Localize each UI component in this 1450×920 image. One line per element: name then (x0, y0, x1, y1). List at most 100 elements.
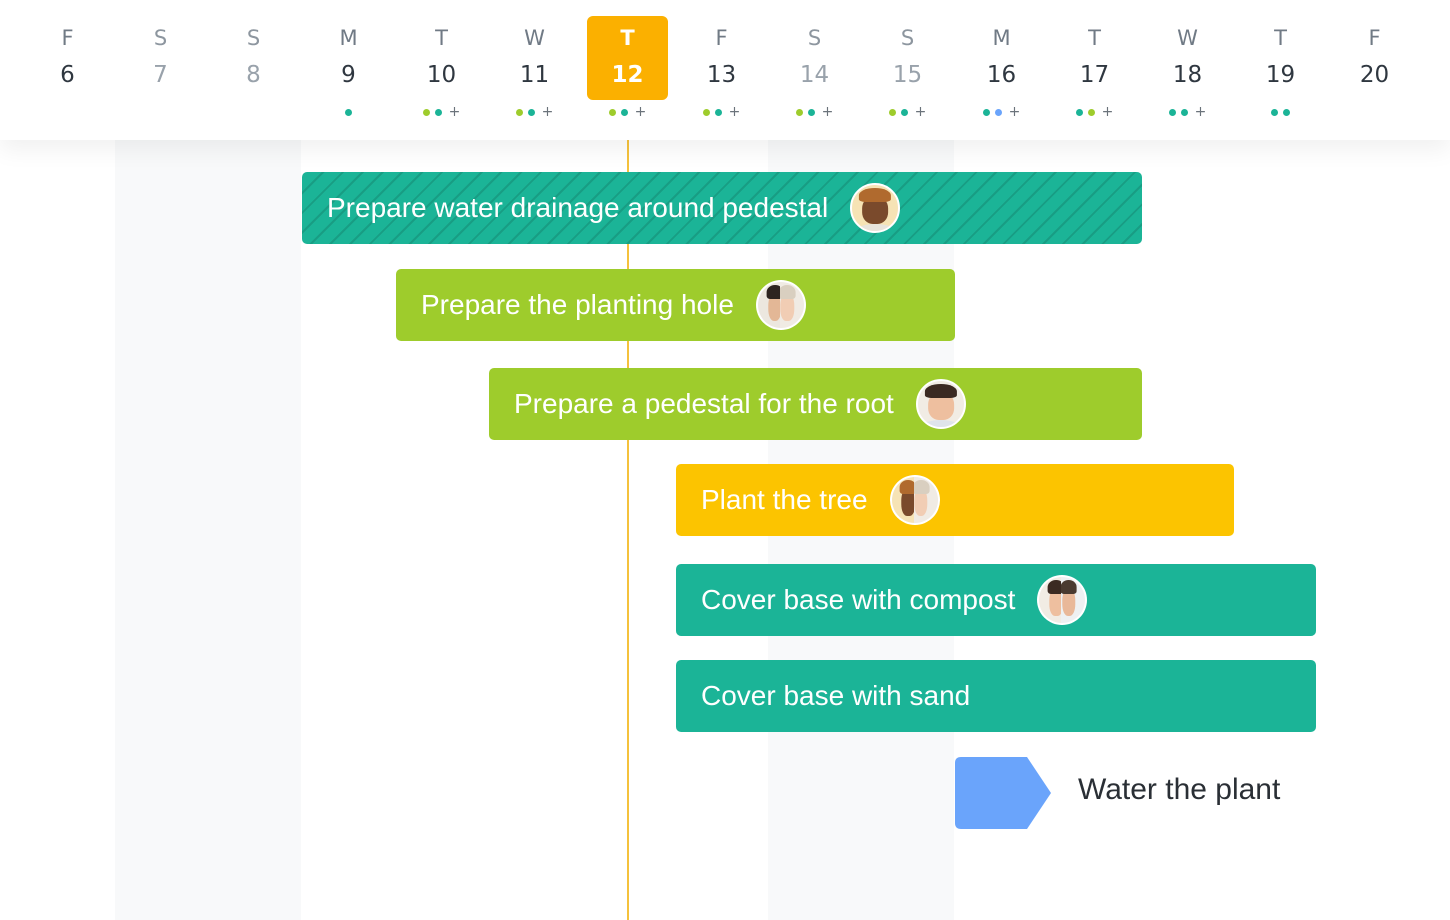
day-column[interactable]: T 10 + (395, 0, 488, 140)
day-task-dots: + (488, 104, 581, 120)
task-bar[interactable]: Plant the tree (676, 464, 1234, 536)
task-bar[interactable]: Prepare water drainage around pedestal (302, 172, 1142, 244)
day-letter: S (900, 26, 915, 50)
task-bar[interactable]: Prepare the planting hole (396, 269, 955, 341)
day-number: 12 (611, 62, 644, 88)
today-marker-line (627, 140, 629, 920)
day-letter: M (992, 26, 1011, 50)
avatar-hair (779, 284, 796, 300)
day-column[interactable]: S 8 (207, 0, 300, 140)
task-dot (515, 108, 523, 116)
more-tasks-plus[interactable]: + (729, 105, 741, 119)
task-dot (620, 108, 628, 116)
more-tasks-plus[interactable]: + (449, 105, 461, 119)
day-letter: S (807, 26, 822, 50)
avatar-shoulders (920, 419, 962, 427)
day-letter: W (524, 26, 545, 50)
day-letter: T (435, 26, 448, 50)
day-column[interactable]: F 6 (21, 0, 114, 140)
task-label: Plant the tree (701, 484, 868, 515)
avatar-hair (913, 479, 930, 495)
task-dot (422, 108, 430, 116)
day-letter: S (153, 26, 168, 50)
more-tasks-plus[interactable]: + (915, 105, 927, 119)
day-letter: T (1274, 26, 1287, 50)
assignees (915, 379, 966, 429)
avatar[interactable] (755, 280, 782, 330)
task-bar[interactable]: Cover base with compost (676, 564, 1316, 636)
more-tasks-plus[interactable]: + (1195, 105, 1207, 119)
day-column[interactable]: T 19 (1234, 0, 1327, 140)
milestone-label[interactable]: Water the plant (1078, 773, 1280, 807)
task-label: Prepare a pedestal for the root (514, 388, 894, 419)
avatar[interactable] (1061, 575, 1088, 625)
task-dot (888, 108, 896, 116)
day-number: 14 (799, 62, 830, 88)
task-dot (345, 108, 352, 116)
day-number: 19 (1265, 62, 1296, 88)
day-number: 20 (1359, 62, 1390, 88)
day-task-dots (1234, 104, 1327, 120)
task-dot (527, 108, 535, 116)
avatar[interactable] (913, 475, 940, 525)
more-tasks-plus[interactable]: + (542, 105, 554, 119)
day-number: 16 (986, 62, 1017, 88)
avatar-hat (859, 187, 892, 203)
day-number: 11 (519, 62, 550, 88)
assignees (889, 475, 940, 525)
day-column[interactable]: T 17 + (1048, 0, 1141, 140)
task-dot (702, 108, 710, 116)
weekend-column (115, 140, 301, 920)
task-label: Prepare the planting hole (421, 289, 734, 320)
task-bar[interactable]: Prepare a pedestal for the root (489, 368, 1142, 440)
day-number: 7 (153, 62, 168, 88)
day-letter: W (1177, 26, 1198, 50)
day-column[interactable]: S 14 + (768, 0, 861, 140)
day-column[interactable]: M 16 + (955, 0, 1048, 140)
task-label: Cover base with sand (701, 680, 971, 711)
avatar[interactable] (889, 475, 916, 525)
more-tasks-plus[interactable]: + (1009, 105, 1021, 119)
day-column[interactable]: S 15 + (861, 0, 954, 140)
task-dot (1075, 108, 1083, 116)
day-task-dots: + (675, 104, 768, 120)
day-column[interactable]: W 11 + (488, 0, 581, 140)
day-column[interactable]: W 18 + (1141, 0, 1234, 140)
task-bar[interactable]: Cover base with sand (676, 660, 1316, 732)
more-tasks-plus[interactable]: + (1102, 105, 1114, 119)
assignees (850, 183, 901, 233)
day-number: 15 (892, 62, 923, 88)
more-tasks-plus[interactable]: + (822, 105, 834, 119)
day-letter: F (61, 26, 74, 50)
day-column[interactable]: F 13 + (675, 0, 768, 140)
milestone-icon[interactable] (955, 757, 1051, 829)
day-column[interactable]: S 7 (114, 0, 207, 140)
day-letter: S (246, 26, 261, 50)
task-dot (795, 108, 803, 116)
day-task-dots: + (768, 104, 861, 120)
avatar[interactable] (850, 183, 901, 233)
day-column[interactable]: F 20 (1328, 0, 1421, 140)
day-task-dots: + (581, 104, 674, 120)
task-dot (714, 108, 722, 116)
task-dot (1283, 108, 1290, 116)
day-number: 10 (426, 62, 457, 88)
avatar[interactable] (1037, 575, 1064, 625)
avatar[interactable] (915, 379, 966, 429)
avatar-hair (924, 383, 957, 399)
day-task-dots: + (1141, 104, 1234, 120)
avatar-shoulders (854, 223, 896, 231)
more-tasks-plus[interactable]: + (635, 105, 647, 119)
day-number: 18 (1172, 62, 1203, 88)
task-dot (608, 108, 616, 116)
day-column[interactable]: M 9 (302, 0, 395, 140)
day-letter: F (1368, 26, 1381, 50)
task-dot (1271, 108, 1278, 116)
task-dot (982, 108, 990, 116)
day-number: 9 (341, 62, 356, 88)
day-letter: M (339, 26, 358, 50)
day-column-today[interactable]: T 12 + (581, 0, 674, 140)
task-dot (1180, 108, 1188, 116)
avatar[interactable] (779, 280, 806, 330)
timeline-header: F 6 S 7 S 8 M 9 T 10 + W 11 + T 12 + F 1… (0, 0, 1450, 140)
